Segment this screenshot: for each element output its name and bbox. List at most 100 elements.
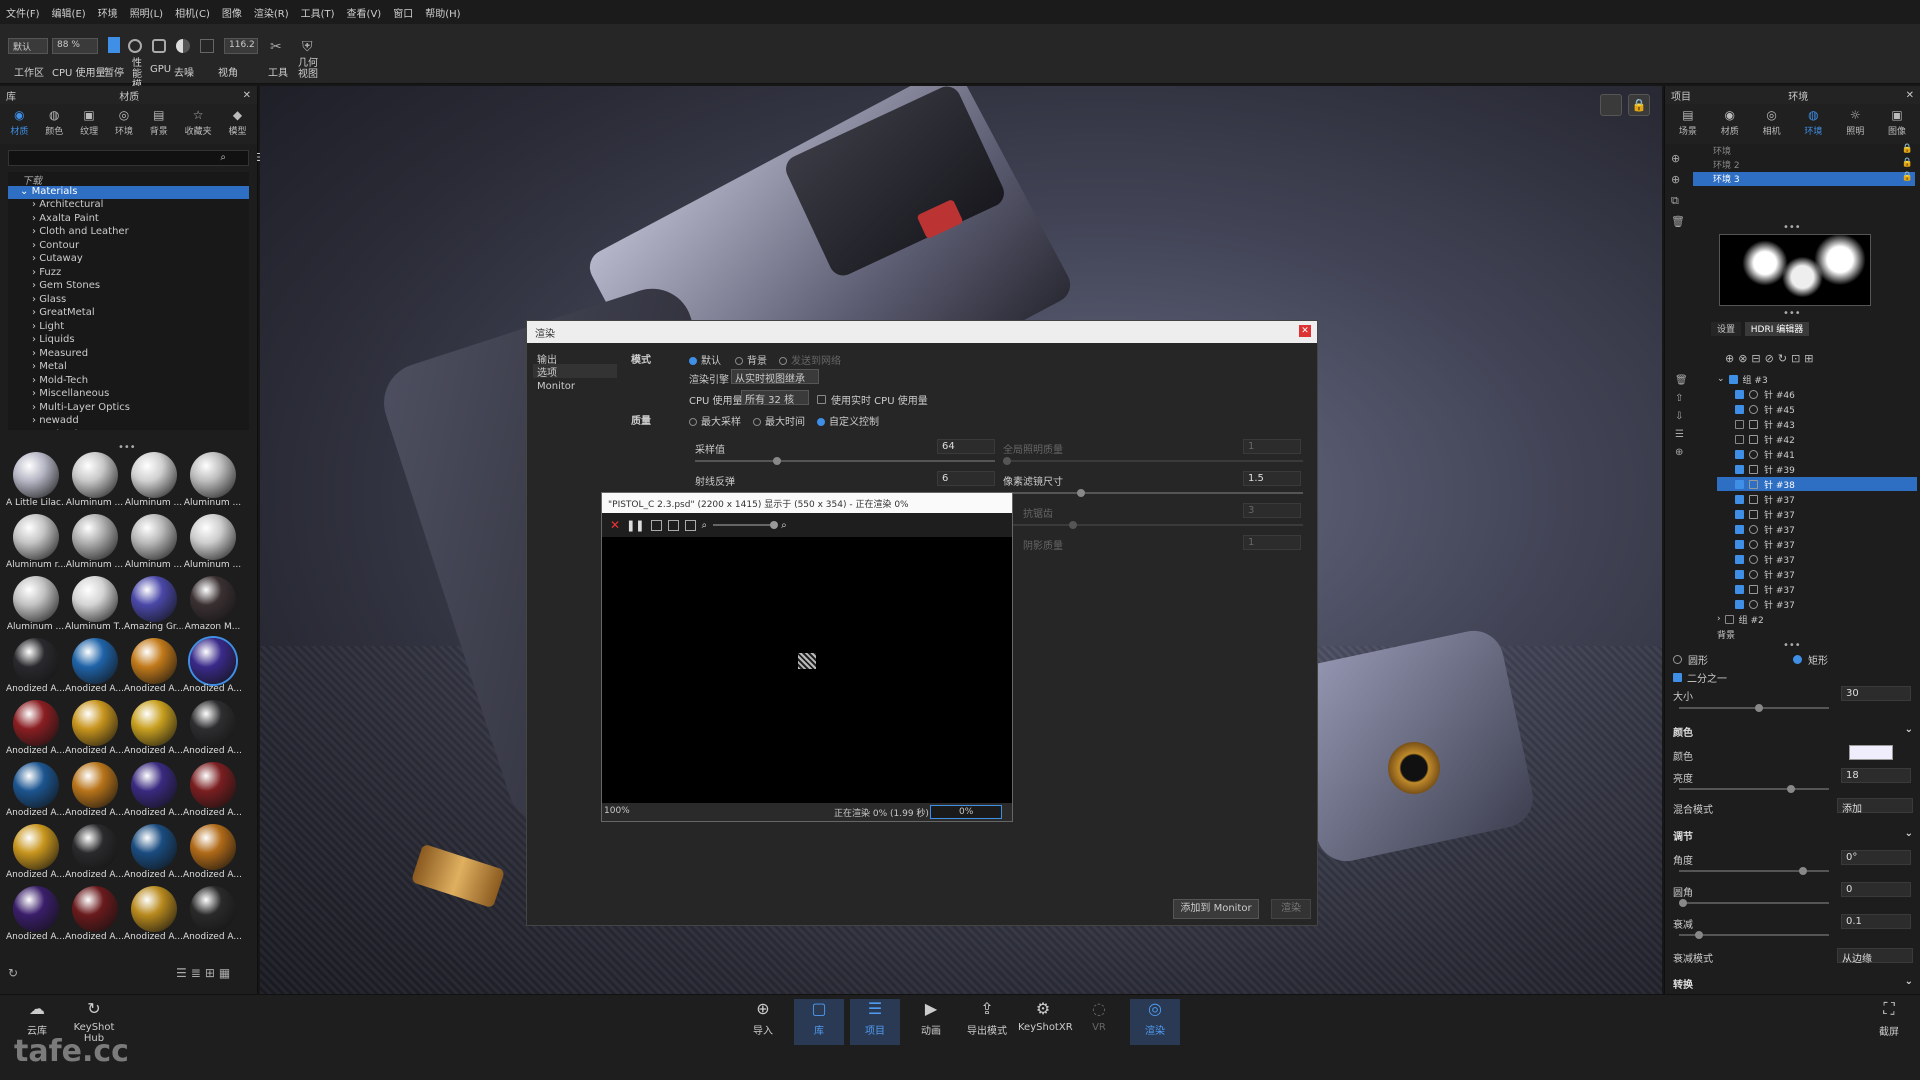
add-to-monitor-button[interactable]: 添加到 Monitor [1173,899,1259,919]
tree-item[interactable]: › newadd [8,415,249,429]
material-thumbnail[interactable]: Aluminum r... [6,514,65,572]
close-icon[interactable]: ✕ [243,90,251,101]
project-tab[interactable]: ☼ 照明 [1846,108,1864,140]
pin-item[interactable]: 针 #37 [1717,582,1917,596]
zoom-in-icon[interactable]: ⌕ [781,520,787,531]
library-tab[interactable]: ◍ 颜色 [45,108,63,140]
pin-item[interactable]: 针 #37 [1717,492,1917,506]
project-tab[interactable]: ▣ 图像 [1888,108,1906,140]
angle-slider[interactable] [1679,867,1829,875]
roundness-field[interactable]: 0 [1841,882,1911,897]
material-thumbnail[interactable]: Anodized A... [183,638,242,696]
project-tab[interactable]: ◉ 材质 [1721,108,1739,140]
material-thumbnail[interactable]: Anodized A... [6,762,65,820]
falloff-slider[interactable] [1679,931,1829,939]
performance-icon[interactable] [128,39,142,53]
ribbon-button[interactable]: ⊕ 导入 [738,999,788,1045]
visibility-checkbox[interactable] [1735,584,1744,594]
region-icon[interactable] [650,519,662,531]
mode-background-radio[interactable]: 背景 [735,352,767,367]
lock-icon[interactable]: 🔒 [1628,94,1650,116]
menu-item[interactable]: 窗口 [393,5,413,20]
material-thumbnail[interactable]: Anodized A... [65,762,124,820]
transform-section[interactable]: 转换 ⌄ [1673,976,1913,991]
tools-icon[interactable]: ✂ [270,39,282,55]
color-section[interactable]: 颜色 ⌄ [1673,724,1913,739]
tree-item[interactable]: ⌄ Materials [8,185,249,199]
bounces-field[interactable]: 6 [937,471,995,486]
window-icon[interactable] [684,519,696,531]
ribbon-button[interactable]: ☰ 项目 [850,999,900,1045]
environment-item[interactable]: 环境 2 🔒 [1693,158,1915,172]
antialias-field[interactable]: 3 [1243,503,1301,518]
visibility-checkbox[interactable] [1735,419,1744,429]
zoom-out-icon[interactable]: ⌕ [702,520,708,531]
visibility-checkbox[interactable] [1735,389,1744,399]
visibility-checkbox[interactable] [1735,599,1744,609]
gi-field[interactable]: 1 [1243,439,1301,454]
menu-item[interactable]: 渲染(R) [254,5,289,20]
visibility-checkbox[interactable] [1735,509,1744,519]
menu-item[interactable]: 编辑(E) [52,5,86,20]
material-thumbnail[interactable]: Anodized A... [65,700,124,758]
lock-icon[interactable]: 🔒 [1902,144,1913,154]
quality-max-time-radio[interactable]: 最大时间 [753,413,805,428]
visibility-checkbox[interactable] [1735,464,1744,474]
tree-item[interactable]: › Fuzz [8,267,249,281]
material-thumbnail[interactable]: Anodized A... [6,886,65,944]
pin-item[interactable]: 针 #43 [1717,417,1917,431]
material-thumbnail[interactable]: Amazing Gr... [124,576,183,634]
material-thumbnail[interactable]: Aluminum ... [183,514,242,572]
tree-item[interactable]: › Mold-Tech [8,375,249,389]
more-icon[interactable]: ••• [1783,308,1801,319]
mode-network-radio[interactable]: 发送到网络 [779,352,841,367]
pin-item[interactable]: 针 #37 [1717,552,1917,566]
tree-item[interactable]: › Gem Stones [8,280,249,294]
half-checkbox[interactable]: 二分之一 [1673,670,1727,685]
pin-item[interactable]: 针 #46 [1717,387,1917,401]
menu-item[interactable]: 工具(T) [301,5,335,20]
angle-field[interactable]: 0° [1841,850,1911,865]
tree-item[interactable]: › Contour [8,240,249,254]
blend-mode-dropdown[interactable]: 添加 [1837,798,1913,815]
material-thumbnail[interactable]: Anodized A... [6,638,65,696]
visibility-checkbox[interactable] [1735,434,1744,444]
library-tab[interactable]: ▣ 纹理 [80,108,98,140]
material-thumbnail[interactable]: Aluminum ... [65,452,124,510]
gi-slider[interactable] [1003,457,1303,465]
brightness-slider[interactable] [1679,785,1829,793]
nav-monitor[interactable]: Monitor [537,381,575,392]
visibility-checkbox[interactable] [1735,449,1744,459]
visibility-checkbox[interactable] [1735,539,1744,549]
material-thumbnail[interactable]: Anodized A... [124,638,183,696]
environment-item[interactable]: 环境 3 🔒 [1693,172,1915,186]
tree-item[interactable]: › Glass [8,294,249,308]
tree-item[interactable]: › Architectural [8,199,249,213]
settings-tab[interactable]: 设置 [1711,322,1741,336]
menu-item[interactable]: 查看(V) [347,5,382,20]
material-thumbnail[interactable]: Anodized A... [6,700,65,758]
pin-item[interactable]: 针 #41 [1717,447,1917,461]
material-thumbnail[interactable]: Aluminum ... [183,452,242,510]
lock-icon[interactable]: 🔒 [1902,172,1913,182]
samples-field[interactable]: 64 [937,439,995,454]
library-search-input[interactable]: ⌕ ☷ [8,150,266,166]
screenshot-button[interactable]: ⛶ 截屏 [1864,999,1914,1045]
color-swatch[interactable] [1849,745,1893,760]
library-tab[interactable]: ▤ 背景 [150,108,168,140]
refresh-icon[interactable]: ↻ [8,966,18,980]
material-thumbnail[interactable]: Anodized A... [183,700,242,758]
lock-icon[interactable]: 🔒 [1902,158,1913,168]
env-toolbar[interactable]: ⊕ ⊕ ⧉ 🗑 [1671,148,1685,232]
nav-options[interactable]: 选项 [533,364,617,379]
material-thumbnail[interactable]: Anodized A... [65,886,124,944]
tree-item[interactable]: › Multi-Layer Optics [8,402,249,416]
pin-item[interactable]: 针 #37 [1717,537,1917,551]
tree-item[interactable]: › Axalta Paint [8,213,249,227]
quality-max-samples-radio[interactable]: 最大采样 [689,413,741,428]
material-thumbnail[interactable]: Aluminum ... [124,452,183,510]
stop-icon[interactable]: ✕ [610,518,620,532]
material-thumbnail[interactable]: Aluminum ... [65,514,124,572]
material-thumbnail[interactable]: Anodized A... [124,700,183,758]
library-tab[interactable]: ☆ 收藏夹 [185,108,212,140]
